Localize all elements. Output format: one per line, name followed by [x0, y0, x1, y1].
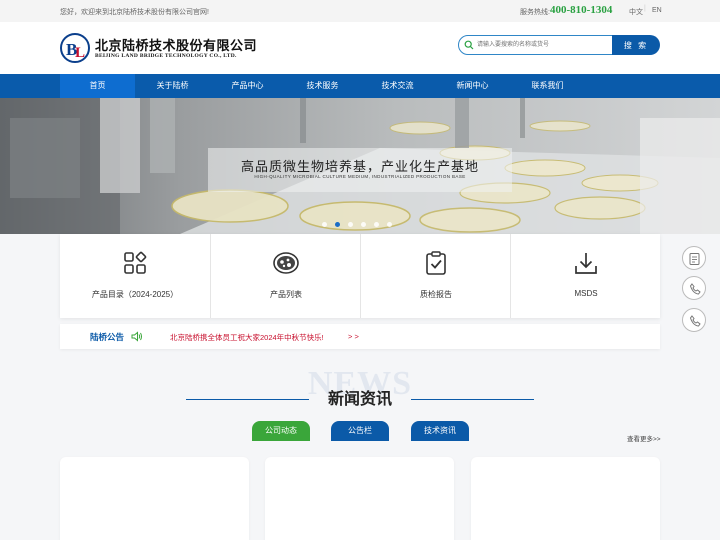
- nav-item-tech-exchange[interactable]: 技术交流: [360, 74, 435, 98]
- nav-item-products[interactable]: 产品中心: [210, 74, 285, 98]
- quick-link-msds[interactable]: MSDS: [510, 234, 660, 318]
- nav-item-about[interactable]: 关于陆桥: [135, 74, 210, 98]
- document-icon: [689, 253, 700, 265]
- search-input[interactable]: [477, 39, 607, 51]
- news-section-title: 新闻资讯: [327, 391, 392, 408]
- nav-item-contact[interactable]: 联系我们: [510, 74, 585, 98]
- main-nav: 首页 关于陆桥 产品中心 技术服务 技术交流 新闻中心 联系我们: [0, 74, 720, 98]
- notice-more-link[interactable]: > >: [348, 332, 359, 341]
- quick-links: 产品目录（2024-2025） 产品列表 质检报告 MSDS: [60, 234, 660, 318]
- carousel-dot[interactable]: [322, 222, 327, 227]
- nav-item-news[interactable]: 新闻中心: [435, 74, 510, 98]
- quick-link-label: 产品目录（2024-2025）: [91, 290, 179, 299]
- nav-item-home[interactable]: 首页: [60, 74, 135, 98]
- search-icon: [464, 40, 474, 50]
- search-box: [458, 35, 613, 55]
- carousel-dot[interactable]: [348, 222, 353, 227]
- petri-dish-icon: [273, 252, 299, 274]
- tab-announcements[interactable]: 公告栏: [331, 421, 389, 441]
- welcome-text: 您好，欢迎来到北京陆桥技术股份有限公司官网!: [60, 9, 209, 16]
- phone-icon: [689, 283, 701, 295]
- nav-item-tech-service[interactable]: 技术服务: [285, 74, 360, 98]
- company-name-cn: 北京陆桥技术股份有限公司: [95, 38, 258, 53]
- side-button-phone[interactable]: [682, 276, 706, 300]
- speaker-icon: [131, 331, 142, 342]
- lang-separator: |: [644, 5, 646, 12]
- quick-link-catalog[interactable]: 产品目录（2024-2025）: [60, 234, 210, 318]
- news-card[interactable]: [60, 457, 249, 540]
- quick-link-label: 质检报告: [420, 290, 452, 299]
- hero-banner[interactable]: 高品质微生物培养基，产业化生产基地 HIGH-QUALITY MICROBIAL…: [0, 98, 720, 234]
- news-card[interactable]: [471, 457, 660, 540]
- hotline-number: 400-810-1304: [550, 4, 613, 16]
- tab-company-news[interactable]: 公司动态: [252, 421, 310, 441]
- top-bar: 您好，欢迎来到北京陆桥技术股份有限公司官网! 服务热线: 400-810-130…: [0, 0, 720, 22]
- news-card[interactable]: [265, 457, 454, 540]
- search-button[interactable]: 搜 索: [612, 35, 660, 55]
- notice-bar: 陆桥公告 北京陆桥携全体员工祝大家2024年中秋节快乐! > >: [60, 324, 660, 349]
- notice-text-link[interactable]: 北京陆桥携全体员工祝大家2024年中秋节快乐!: [170, 332, 324, 343]
- phone-icon: [689, 315, 701, 327]
- company-logo-icon[interactable]: B L: [60, 33, 90, 63]
- view-more-link[interactable]: 查看更多>>: [627, 433, 661, 443]
- hotline-label: 服务热线:: [520, 9, 550, 16]
- tab-tech-info[interactable]: 技术资讯: [411, 421, 469, 441]
- banner-title: 高品质微生物培养基，产业化生产基地: [240, 159, 479, 174]
- carousel-dot[interactable]: [361, 222, 366, 227]
- quick-link-label: 产品列表: [270, 290, 302, 299]
- carousel-dot[interactable]: [387, 222, 392, 227]
- banner-subtitle: HIGH-QUALITY MICROBIAL CULTURE MEDIUM, I…: [254, 174, 466, 179]
- lang-english-link[interactable]: EN: [652, 7, 662, 14]
- quick-link-label: MSDS: [574, 289, 598, 298]
- company-name-en: BEIJING LAND BRIDGE TECHNOLOGY CO., LTD.: [95, 53, 237, 59]
- side-button-document[interactable]: [682, 246, 706, 270]
- notice-title: 陆桥公告: [90, 332, 125, 342]
- quick-link-qc-report[interactable]: 质检报告: [360, 234, 510, 318]
- side-button-phone-2[interactable]: [682, 308, 706, 332]
- svg-text:L: L: [75, 45, 85, 61]
- lang-chinese-link[interactable]: 中文: [629, 7, 643, 17]
- site-header: B L 北京陆桥技术股份有限公司 BEIJING LAND BRIDGE TEC…: [0, 22, 720, 74]
- carousel-dot[interactable]: [374, 222, 379, 227]
- clipboard-check-icon: [426, 251, 446, 275]
- quick-link-product-list[interactable]: 产品列表: [210, 234, 360, 318]
- carousel-dot-active[interactable]: [335, 222, 340, 227]
- download-icon: [575, 253, 597, 274]
- grid-icon: [124, 251, 147, 274]
